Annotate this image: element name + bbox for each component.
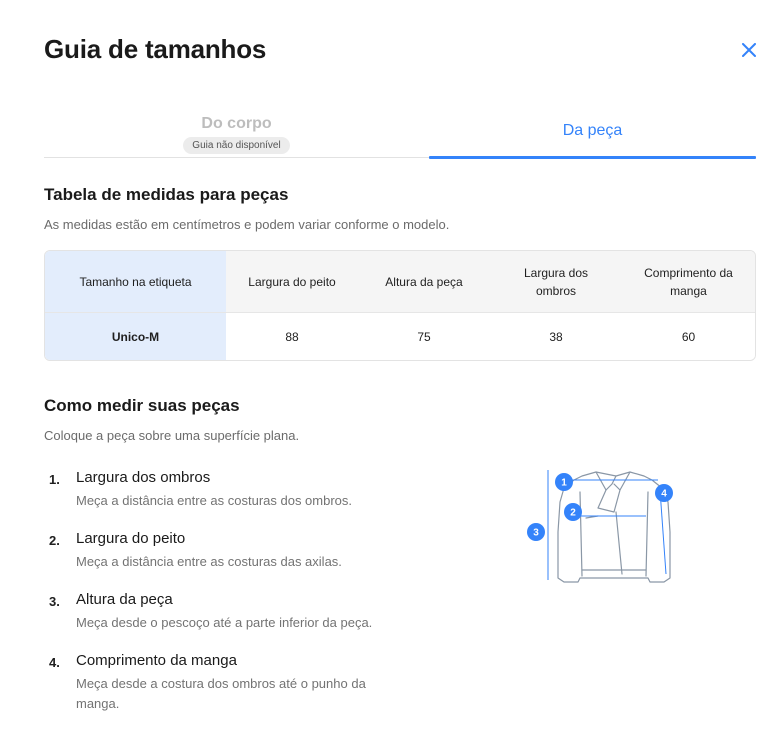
close-icon <box>742 43 756 57</box>
table-header-cell: Largura dos ombros <box>523 265 589 298</box>
jacket-measurement-icon: 1 2 3 4 <box>527 470 673 583</box>
list-item: 4. Comprimento da manga Meça desde a cos… <box>44 652 424 713</box>
step-number: 3. <box>49 594 60 609</box>
step-number: 4. <box>49 655 60 670</box>
table-cell: 88 <box>285 330 299 344</box>
measures-table: Tamanho na etiqueta Largura do peito Alt… <box>44 250 756 361</box>
step-title: Largura dos ombros <box>76 469 211 486</box>
table-row: Unico-M 88 75 38 60 <box>45 313 755 360</box>
measures-table-title: Tabela de medidas para peças <box>44 185 289 204</box>
table-cell-size: Unico-M <box>45 313 226 360</box>
step-number: 1. <box>49 472 60 487</box>
step-description: Meça desde o pescoço até a parte inferio… <box>76 615 373 630</box>
how-to-measure-title: Como medir suas peças <box>44 396 240 415</box>
close-button[interactable] <box>738 39 760 61</box>
step-title: Largura do peito <box>76 530 186 547</box>
tab-body-measures[interactable]: Do corpo Guia não disponível <box>44 100 429 158</box>
tab-piece-measures[interactable]: Da peça <box>429 100 756 158</box>
step-number: 2. <box>49 533 60 548</box>
unavailable-badge: Guia não disponível <box>183 137 290 154</box>
step-description: Meça desde a costura dos ombros até o pu… <box>76 676 366 711</box>
table-header-cell: Tamanho na etiqueta <box>45 251 226 312</box>
marker-label: 2 <box>570 508 576 519</box>
active-tab-indicator <box>429 156 756 159</box>
tab-label: Do corpo <box>201 115 272 132</box>
measure-steps-list: 1. Largura dos ombros Meça a distância e… <box>44 469 424 713</box>
step-title: Comprimento da manga <box>76 652 237 669</box>
table-header-cell: Largura do peito <box>248 274 336 289</box>
table-header-cell: Comprimento da manga <box>644 265 733 298</box>
size-guide-tabs: Do corpo Guia não disponível Da peça <box>44 100 756 159</box>
size-guide-modal: Guia de tamanhos Do corpo Guia não dispo… <box>0 0 783 737</box>
list-item: 2. Largura do peito Meça a distância ent… <box>44 530 424 591</box>
marker-label: 4 <box>661 489 667 500</box>
table-cell: 60 <box>681 330 696 344</box>
marker-label: 1 <box>561 478 567 489</box>
table-cell: 75 <box>417 330 431 344</box>
how-to-measure-description: Coloque a peça sobre uma superfície plan… <box>44 428 300 443</box>
table-header-cell: Altura da peça <box>385 274 463 289</box>
step-description: Meça a distância entre as costuras dos o… <box>76 493 353 508</box>
list-item: 3. Altura da peça Meça desde o pescoço a… <box>44 591 424 652</box>
measures-table-description: As medidas estão em centímetros e podem … <box>44 217 450 232</box>
page-title: Guia de tamanhos <box>44 34 267 64</box>
list-item: 1. Largura dos ombros Meça a distância e… <box>44 469 424 530</box>
table-header-row: Tamanho na etiqueta Largura do peito Alt… <box>45 251 755 313</box>
step-title: Altura da peça <box>76 591 173 608</box>
table-cell: 38 <box>549 330 563 344</box>
tab-label: Da peça <box>562 122 623 139</box>
step-description: Meça a distância entre as costuras das a… <box>76 554 342 569</box>
marker-label: 3 <box>533 528 539 539</box>
